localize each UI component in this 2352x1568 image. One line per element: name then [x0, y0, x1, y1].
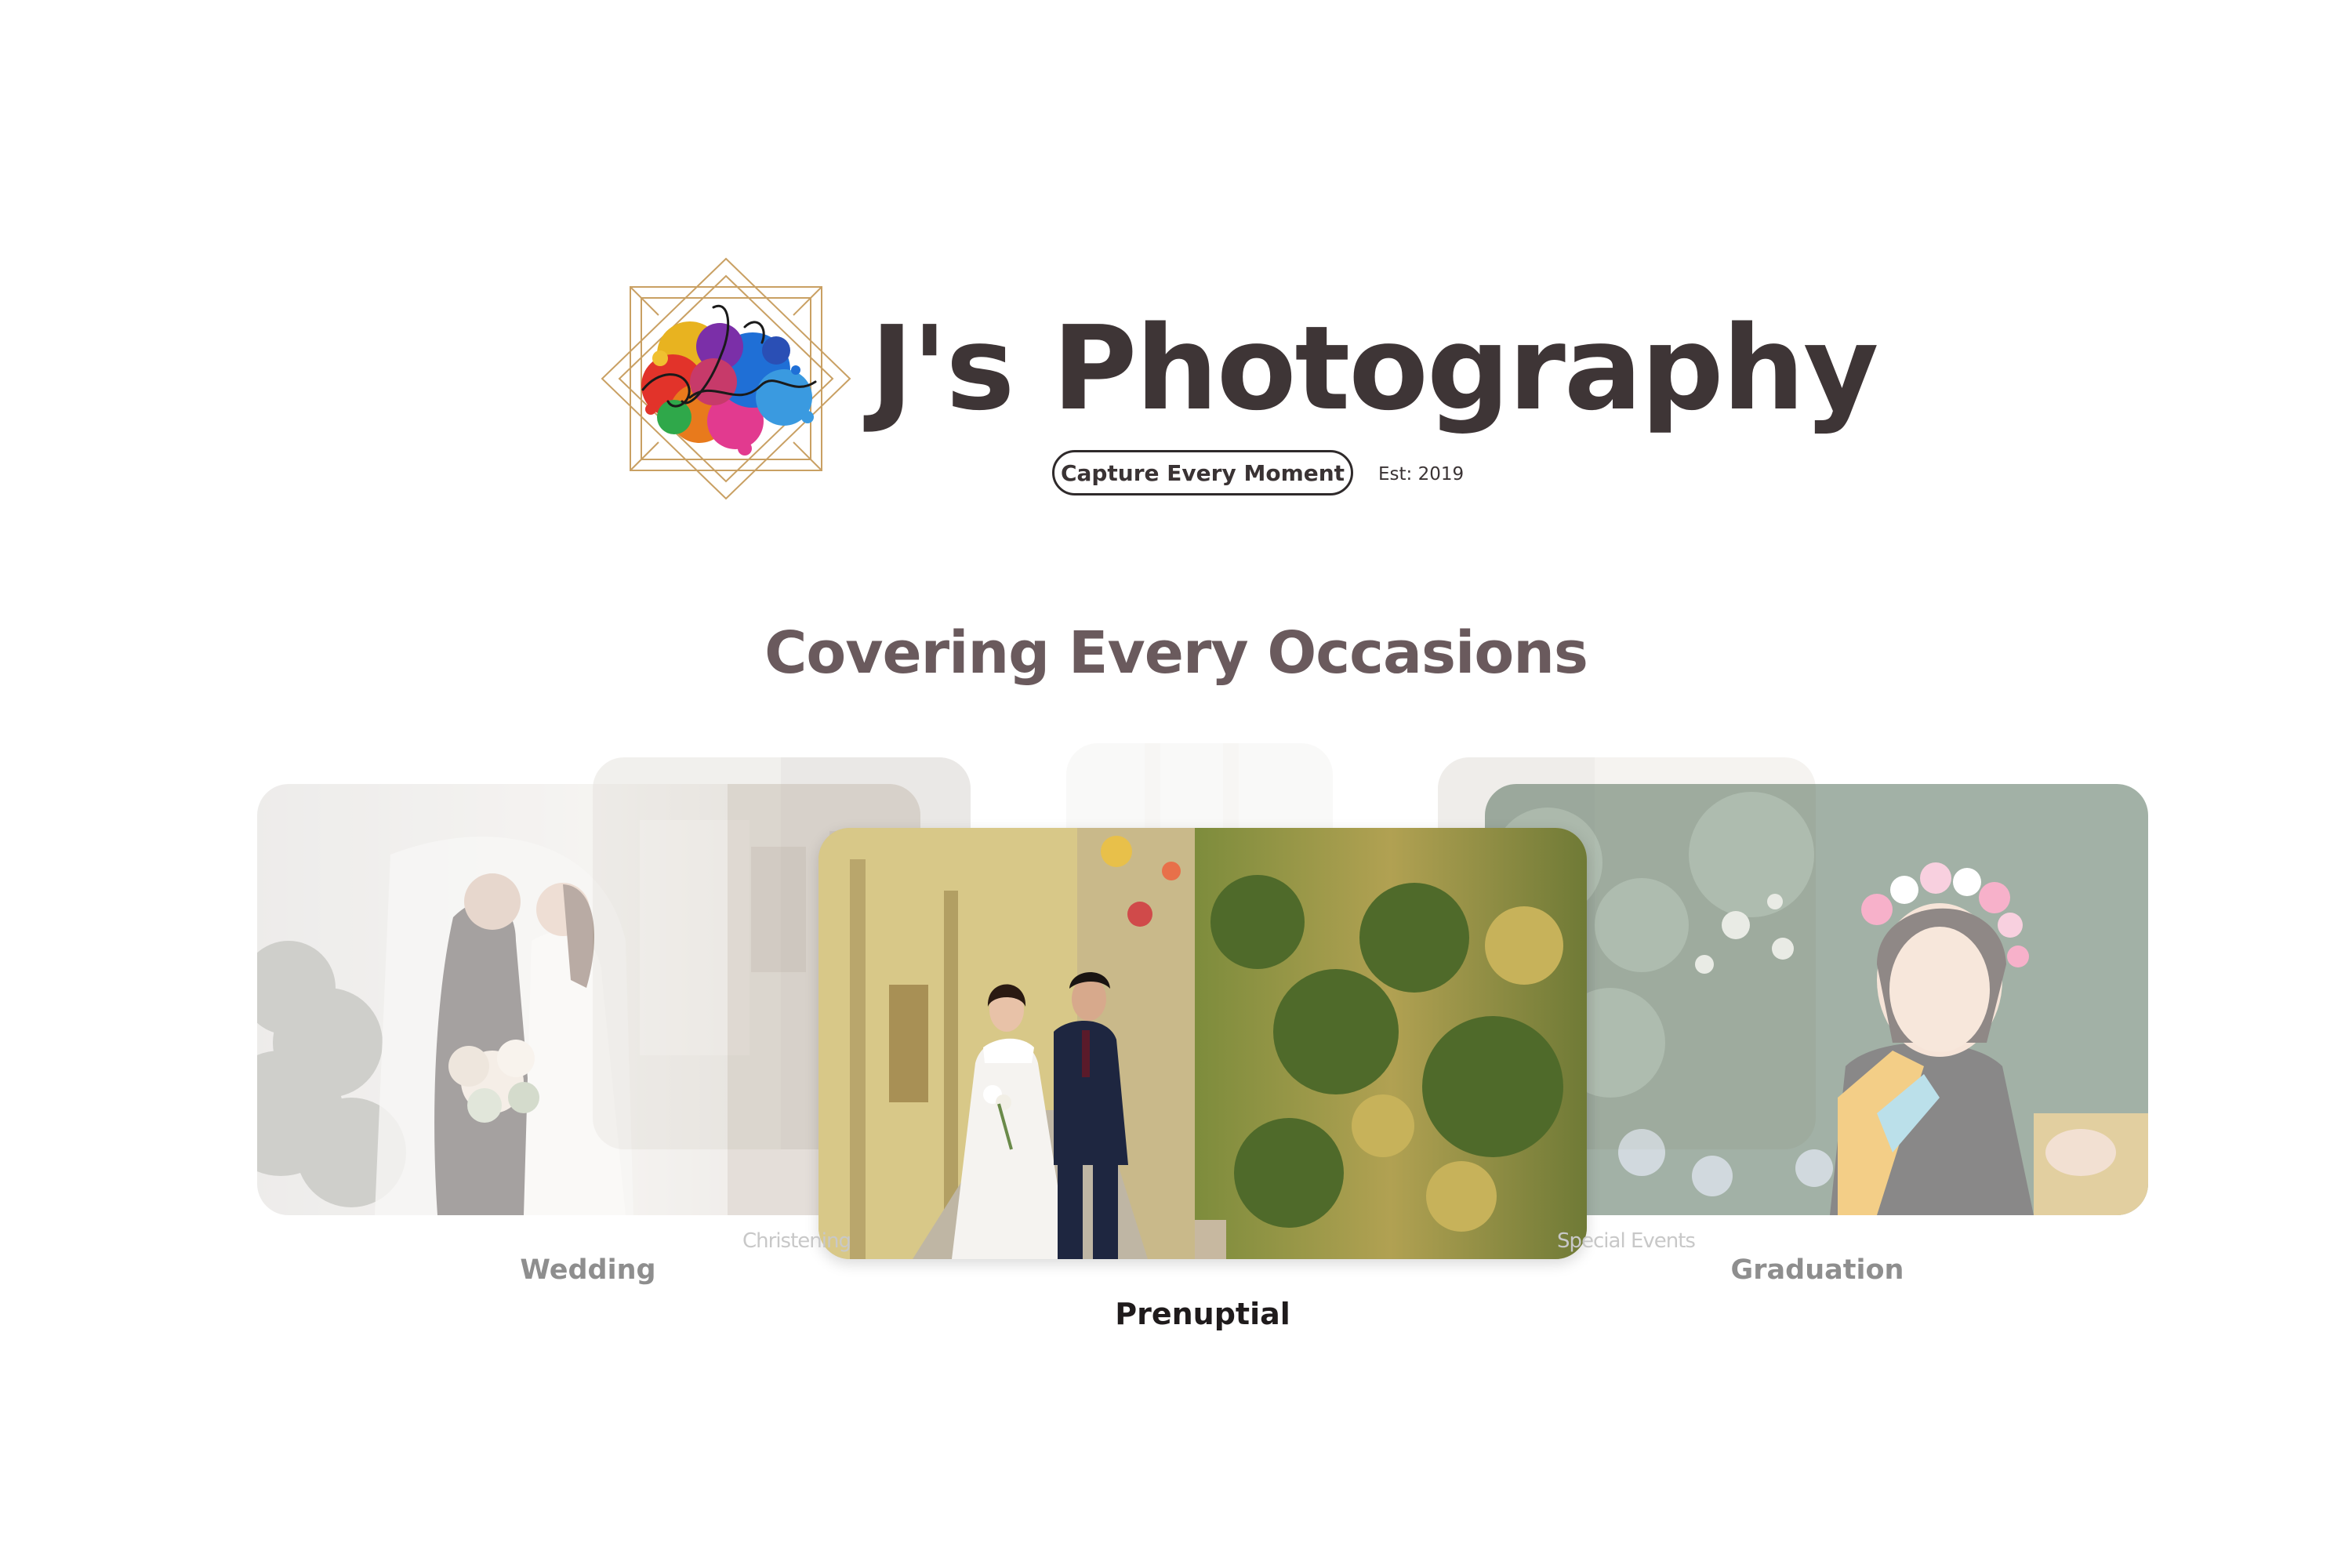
slide-caption-wedding: Wedding	[520, 1254, 656, 1286]
slide-caption-special-events: Special Events	[1557, 1229, 1696, 1253]
couple-walking-in-alley-photo	[818, 828, 1587, 1259]
page: J's Photography Capture Every Moment Est…	[0, 0, 2352, 1568]
brand-logo[interactable]	[596, 252, 856, 505]
occasions-carousel[interactable]: Christening Special Events Wedding Gradu…	[0, 737, 2352, 1364]
tagline-badge: Capture Every Moment	[1052, 450, 1353, 495]
brand-title: J's Photography	[870, 301, 1879, 436]
established-label: Est: 2019	[1378, 464, 1465, 485]
section-title: Covering Every Occasions	[764, 619, 1588, 687]
slide-prenuptial[interactable]	[818, 828, 1587, 1259]
slide-caption-christening: Christening	[742, 1229, 851, 1253]
slide-caption-prenuptial: Prenuptial	[1115, 1297, 1290, 1331]
slide-caption-graduation: Graduation	[1730, 1254, 1904, 1286]
